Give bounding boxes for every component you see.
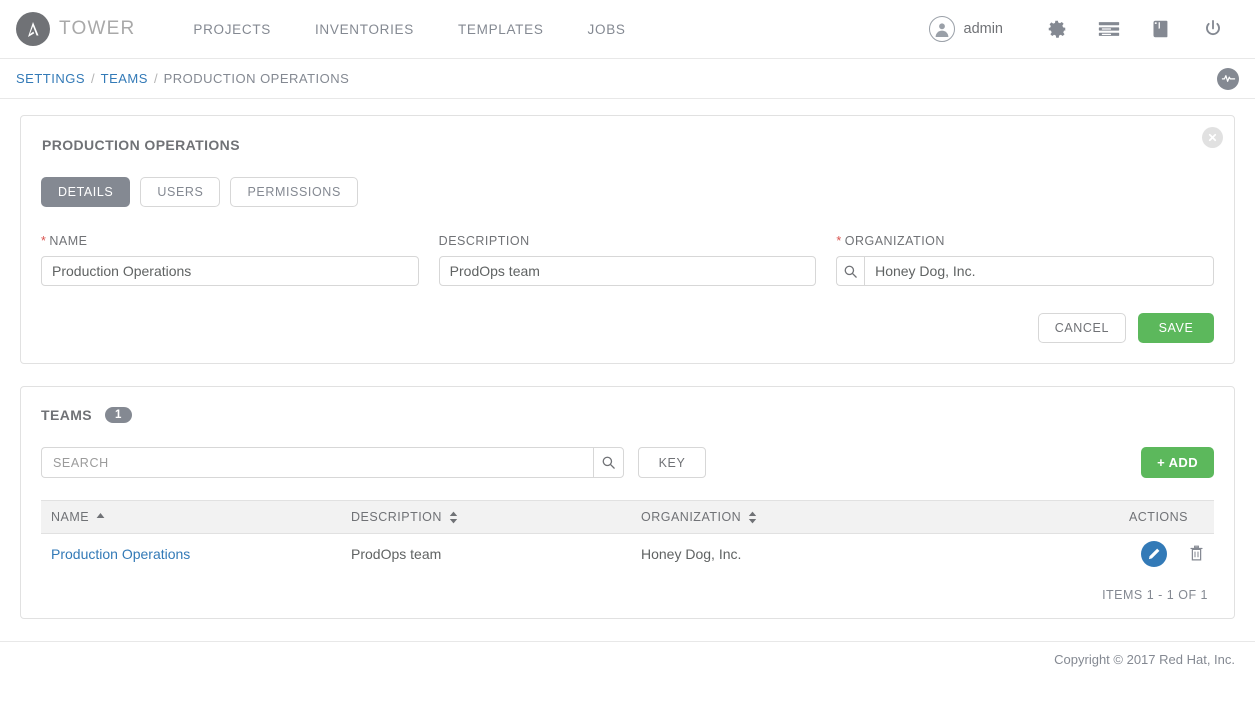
description-input[interactable]: ProdOps team	[438, 256, 817, 286]
cell-actions	[1031, 534, 1214, 574]
sort-none-icon	[749, 511, 757, 523]
teams-list-title: TEAMS	[41, 407, 92, 423]
team-name-link[interactable]: Production Operations	[51, 546, 190, 562]
column-label-description: DESCRIPTION	[351, 510, 442, 524]
search-group: SEARCH	[41, 447, 624, 478]
teams-table: NAME DESCRIPTION ORGANIZATION ACTIONS Pr…	[41, 500, 1214, 574]
brand-logo-link[interactable]: TOWER	[16, 12, 135, 46]
column-header-actions: ACTIONS	[1031, 500, 1214, 534]
organization-lookup-group: Honey Dog, Inc.	[836, 256, 1215, 286]
breadcrumb-separator: /	[91, 71, 95, 86]
column-header-name[interactable]: NAME	[41, 500, 341, 534]
field-organization: * ORGANIZATION Honey Dog, Inc.	[836, 234, 1215, 286]
top-nav-right-tools: admin	[928, 9, 1240, 49]
breadcrumb-item-teams[interactable]: TEAMS	[101, 71, 148, 86]
cell-description: ProdOps team	[351, 545, 442, 562]
teams-list-header: TEAMS 1	[41, 407, 1214, 423]
book-icon[interactable]	[1135, 9, 1187, 49]
brand-name: TOWER	[59, 18, 136, 39]
field-name: * NAME Production Operations	[41, 234, 419, 286]
nav-item-jobs[interactable]: JOBS	[566, 22, 648, 37]
name-input[interactable]: Production Operations	[41, 256, 419, 286]
activity-stream-icon[interactable]	[1217, 67, 1239, 90]
table-row: Production Operations ProdOps team Honey…	[41, 534, 1214, 574]
save-button[interactable]: SAVE	[1138, 313, 1214, 343]
current-user-menu[interactable]: admin	[928, 16, 1032, 42]
table-header-row: NAME DESCRIPTION ORGANIZATION ACTIONS	[41, 500, 1214, 534]
teams-table-head: NAME DESCRIPTION ORGANIZATION ACTIONS	[41, 500, 1214, 534]
tab-users[interactable]: USERS	[140, 177, 221, 207]
field-label-name: * NAME	[41, 234, 88, 248]
gear-icon[interactable]	[1031, 9, 1083, 49]
details-tabs: DETAILS USERS PERMISSIONS	[41, 177, 1214, 207]
cancel-button[interactable]: CANCEL	[1037, 313, 1126, 343]
key-button[interactable]: KEY	[638, 447, 706, 478]
jobs-list-icon[interactable]	[1083, 9, 1135, 49]
breadcrumb-item-current: PRODUCTION OPERATIONS	[163, 71, 350, 86]
breadcrumb-separator: /	[153, 71, 158, 86]
cell-organization: Honey Dog, Inc.	[641, 545, 742, 562]
search-input[interactable]: SEARCH	[41, 447, 593, 478]
breadcrumb: SETTINGS / TEAMS / PRODUCTION OPERATIONS	[0, 59, 1255, 99]
delete-button[interactable]	[1189, 545, 1204, 562]
column-label-actions: ACTIONS	[1128, 510, 1188, 524]
nav-item-inventories[interactable]: INVENTORIES	[293, 22, 436, 37]
column-label-organization: ORGANIZATION	[641, 510, 742, 524]
field-label-organization: * ORGANIZATION	[836, 234, 945, 248]
power-icon[interactable]	[1187, 9, 1239, 49]
current-user-name: admin	[963, 21, 1004, 37]
copyright-text: Copyright © 2017 Red Hat, Inc.	[1054, 652, 1235, 667]
field-description: DESCRIPTION ProdOps team	[438, 234, 817, 286]
teams-list-card: TEAMS 1 SEARCH KEY + ADD NAME DESCRIPTIO…	[20, 386, 1235, 619]
main-nav: PROJECTS INVENTORIES TEMPLATES JOBS	[171, 22, 647, 37]
items-count-label: ITEMS 1 - 1 OF 1	[1102, 588, 1208, 602]
teams-count-badge: 1	[105, 407, 132, 423]
sort-asc-icon	[96, 512, 105, 518]
tab-details[interactable]: DETAILS	[41, 177, 131, 207]
required-asterisk: *	[836, 234, 842, 248]
edit-button[interactable]	[1141, 540, 1167, 567]
tab-permissions[interactable]: PERMISSIONS	[230, 177, 358, 207]
teams-table-body: Production Operations ProdOps team Honey…	[41, 534, 1214, 574]
tower-logo-icon	[16, 12, 50, 46]
nav-item-projects[interactable]: PROJECTS	[171, 22, 293, 37]
cell-name: Production Operations	[41, 534, 341, 574]
search-icon[interactable]	[593, 447, 624, 478]
trash-icon	[1190, 545, 1203, 561]
teams-list-toolbar: SEARCH KEY + ADD	[41, 447, 1214, 478]
page-title: PRODUCTION OPERATIONS	[42, 137, 240, 153]
search-icon[interactable]	[836, 256, 865, 286]
column-label-name: NAME	[51, 510, 90, 524]
footer: Copyright © 2017 Red Hat, Inc.	[0, 641, 1255, 677]
close-icon[interactable]	[1202, 127, 1223, 148]
breadcrumb-item-settings[interactable]: SETTINGS	[16, 71, 85, 86]
top-navigation-bar: TOWER PROJECTS INVENTORIES TEMPLATES JOB…	[0, 0, 1255, 59]
team-details-card: PRODUCTION OPERATIONS DETAILS USERS PERM…	[20, 115, 1235, 364]
column-header-organization[interactable]: ORGANIZATION	[631, 500, 1031, 534]
pencil-icon	[1148, 548, 1160, 559]
sort-none-icon	[449, 511, 458, 523]
column-header-description[interactable]: DESCRIPTION	[341, 500, 631, 534]
details-actions: CANCEL SAVE	[41, 313, 1214, 343]
details-form: * NAME Production Operations DESCRIPTION …	[41, 234, 1215, 286]
required-asterisk: *	[41, 234, 47, 248]
field-label-description: DESCRIPTION	[438, 234, 530, 248]
page-content: PRODUCTION OPERATIONS DETAILS USERS PERM…	[0, 99, 1255, 619]
organization-input[interactable]: Honey Dog, Inc.	[864, 256, 1215, 286]
user-avatar-icon	[928, 16, 955, 42]
add-button[interactable]: + ADD	[1141, 447, 1214, 478]
nav-item-templates[interactable]: TEMPLATES	[436, 22, 566, 37]
